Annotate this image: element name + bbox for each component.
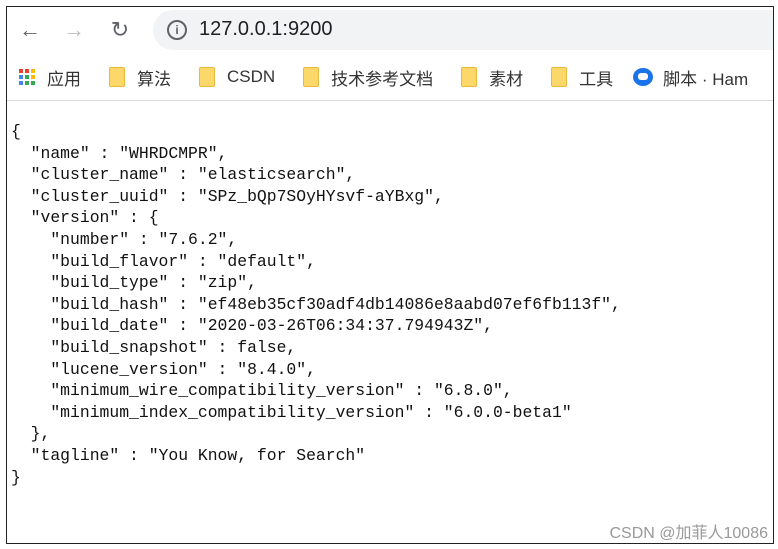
url-text[interactable]: 127.0.0.1:9200 [199, 18, 332, 41]
tampermonkey-icon [633, 68, 654, 86]
watermark: CSDN @加菲人10086 [609, 525, 768, 542]
forward-button[interactable]: → [59, 15, 89, 45]
folder-icon [303, 67, 320, 87]
bookmark-label: 工具 [579, 69, 614, 89]
back-button[interactable]: ← [15, 15, 45, 45]
folder-icon [551, 67, 568, 87]
bookmark-folder[interactable]: 工具 [543, 65, 613, 90]
json-line: "build_snapshot" : false, [11, 337, 297, 357]
bookmark-folder[interactable]: 算法 [101, 65, 171, 90]
folder-icon [461, 67, 478, 87]
bookmark-folder[interactable]: CSDN [191, 67, 275, 87]
bookmark-script[interactable]: 脚本 · Ham [633, 65, 748, 90]
folder-icon [199, 67, 215, 87]
json-line: "build_type" : "zip", [11, 273, 257, 293]
json-line: "build_flavor" : "default", [11, 251, 316, 271]
json-line: "build_hash" : "ef48eb35cf30adf4db14086e… [11, 294, 621, 314]
json-response: { "name" : "WHRDCMPR", "cluster_name" : … [11, 121, 621, 488]
bookmark-label: 脚本 · Ham [663, 69, 749, 89]
json-line: "cluster_uuid" : "SPz_bQp7SOyHYsvf-aYBxg… [11, 186, 444, 206]
json-line: "tagline" : "You Know, for Search" [11, 445, 366, 465]
json-line: }, [11, 424, 51, 444]
bookmark-apps[interactable]: 应用 [19, 65, 81, 90]
json-line: "lucene_version" : "8.4.0", [11, 359, 316, 379]
folder-icon [109, 67, 125, 87]
json-line: "cluster_name" : "elasticsearch", [11, 165, 356, 185]
bookmark-label: 素材 [489, 69, 524, 89]
json-line: "build_date" : "2020-03-26T06:34:37.7949… [11, 316, 493, 336]
bookmark-label: CSDN [227, 67, 276, 86]
browser-toolbar: ← → ↻ i 127.0.0.1:9200 [7, 7, 773, 53]
arrow-left-icon: ← [19, 17, 41, 42]
arrow-right-icon: → [63, 17, 85, 42]
reload-icon: ↻ [110, 17, 130, 42]
apps-grid-icon [19, 69, 35, 85]
json-line: { [11, 122, 21, 141]
json-line: } [11, 467, 21, 487]
bookmarks-bar: 应用 算法 CSDN 技术参考文档 素材 工具 脚本 · Ham [7, 57, 773, 97]
bookmark-label: 算法 [137, 69, 171, 89]
json-line: "minimum_wire_compatibility_version" : "… [11, 381, 513, 401]
bookmark-label: 应用 [47, 69, 81, 89]
bookmark-folder[interactable]: 素材 [453, 65, 523, 90]
bookmark-label: 技术参考文档 [331, 69, 434, 89]
bookmark-folder[interactable]: 技术参考文档 [295, 65, 433, 90]
json-line: "minimum_index_compatibility_version" : … [11, 402, 572, 422]
toolbar-divider [7, 100, 773, 101]
reload-button[interactable]: ↻ [105, 15, 135, 45]
info-icon[interactable]: i [167, 20, 187, 40]
browser-window: ← → ↻ i 127.0.0.1:9200 应用 算法 CSDN 技术参考文档… [6, 6, 774, 544]
address-bar[interactable]: i 127.0.0.1:9200 [153, 10, 773, 50]
json-line: "version" : { [11, 208, 159, 228]
json-line: "name" : "WHRDCMPR", [11, 143, 228, 163]
json-line: "number" : "7.6.2", [11, 229, 238, 249]
